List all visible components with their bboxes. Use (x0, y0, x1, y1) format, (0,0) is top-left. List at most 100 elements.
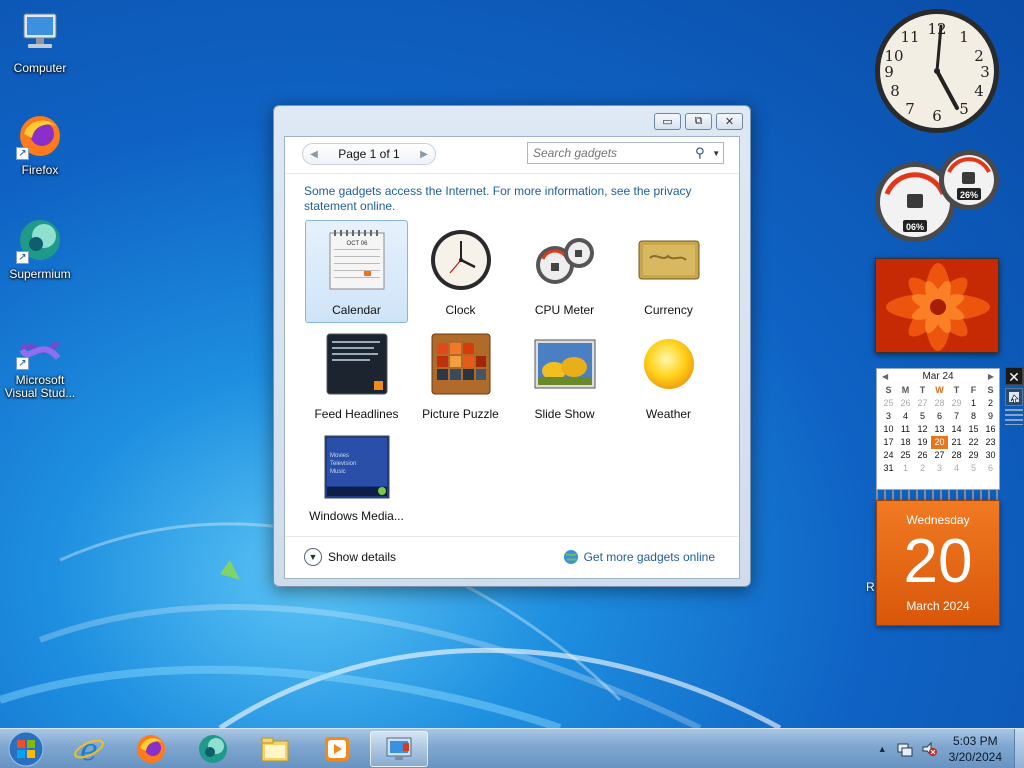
calendar-weekday: Wednesday (906, 513, 970, 527)
gadget-currency[interactable]: Currency (617, 220, 720, 323)
minimize-button[interactable]: ▭ (654, 113, 681, 130)
taskbar-time: 5:03 PM (952, 734, 998, 748)
previous-page-icon[interactable]: ◀ (307, 149, 321, 160)
calendar-month-year: March 2024 (906, 599, 970, 613)
show-hidden-icons-icon[interactable]: ▲ (878, 744, 887, 754)
calendar-day-cell[interactable]: 4 (948, 462, 965, 475)
gadget-weather[interactable]: Weather (617, 324, 720, 427)
previous-month-icon[interactable]: ◀ (882, 372, 888, 381)
calendar-day-cell[interactable]: 1 (897, 462, 914, 475)
svg-text:12: 12 (927, 20, 946, 38)
calendar-day-cell[interactable]: 7 (948, 410, 965, 423)
gadget-windows-media[interactable]: Movies Television Music Windows Media... (305, 428, 408, 531)
calendar-day-cell[interactable]: 6 (982, 462, 999, 475)
calendar-day-cell[interactable]: 25 (880, 397, 897, 410)
calendar-day-view[interactable]: Wednesday 20 March 2024 (876, 500, 1000, 626)
page-indicator: Page 1 of 1 (338, 147, 400, 161)
calendar-day-cell[interactable]: 14 (948, 423, 965, 436)
calendar-day-cell[interactable]: 20 (931, 436, 948, 449)
internet-notice[interactable]: Some gadgets access the Internet. For mo… (304, 184, 724, 214)
slide-show-icon (532, 331, 598, 397)
show-desktop-button[interactable] (1014, 729, 1024, 768)
gadget-feed-headlines[interactable]: Feed Headlines (305, 324, 408, 427)
calendar-day-cell[interactable]: 30 (982, 449, 999, 462)
get-more-gadgets-link[interactable]: Get more gadgets online (563, 549, 715, 565)
gadget-calendar[interactable]: OCT 06 Calendar (305, 220, 408, 323)
calendar-day-cell[interactable]: 2 (982, 397, 999, 410)
gadget-picture-puzzle[interactable]: Picture Puzzle (409, 324, 512, 427)
show-details-button[interactable]: ▼ Show details (304, 548, 396, 566)
desktop-icon-visual-studio[interactable]: ↗ Microsoft Visual Stud... (0, 330, 80, 400)
calendar-day-cell[interactable]: 5 (965, 462, 982, 475)
taskbar-firefox-button[interactable] (124, 731, 178, 767)
calendar-day-cell[interactable]: 17 (880, 436, 897, 449)
globe-icon (563, 550, 578, 564)
calendar-day-cell[interactable]: 13 (931, 423, 948, 436)
desktop-icon-firefox[interactable]: ↗ Firefox (0, 112, 80, 177)
calendar-day-cell[interactable]: 19 (914, 436, 931, 449)
calendar-day-cell[interactable]: 29 (948, 397, 965, 410)
next-page-icon[interactable]: ▶ (417, 149, 431, 160)
calendar-day-cell[interactable]: 1 (965, 397, 982, 410)
calendar-day-cell[interactable]: 15 (965, 423, 982, 436)
calendar-day-cell[interactable]: 16 (982, 423, 999, 436)
calendar-day-cell[interactable]: 3 (931, 462, 948, 475)
gadget-clock[interactable]: Clock (409, 220, 512, 323)
calendar-day-cell[interactable]: 24 (880, 449, 897, 462)
calendar-day-cell[interactable]: 22 (965, 436, 982, 449)
chevron-down-icon[interactable]: ▼ (709, 149, 723, 158)
next-month-icon[interactable]: ▶ (988, 372, 994, 381)
calendar-day-cell[interactable]: 21 (948, 436, 965, 449)
desktop-icon-supermium[interactable]: ↗ Supermium (0, 216, 80, 281)
taskbar-supermium-button[interactable] (186, 731, 240, 767)
calendar-day-cell[interactable]: 28 (948, 449, 965, 462)
calendar-day-cell[interactable]: 31 (880, 462, 897, 475)
privacy-link[interactable]: Some gadgets access the Internet. For mo… (304, 184, 692, 213)
network-icon[interactable] (897, 741, 913, 757)
search-input[interactable] (533, 146, 690, 160)
calendar-day-cell[interactable]: 26 (897, 397, 914, 410)
calendar-day-cell[interactable]: 29 (965, 449, 982, 462)
drag-gadget-handle[interactable] (1005, 409, 1023, 425)
svg-text:11: 11 (900, 28, 919, 46)
gadget-options-button[interactable] (1005, 388, 1023, 406)
calendar-day-cell[interactable]: 27 (914, 397, 931, 410)
calendar-day-cell[interactable]: 9 (982, 410, 999, 423)
gadget-slide-show[interactable]: Slide Show (513, 324, 616, 427)
close-gadget-button[interactable]: ✕ (1005, 367, 1023, 385)
calendar-day-cell[interactable]: 6 (931, 410, 948, 423)
calendar-day-cell[interactable]: 3 (880, 410, 897, 423)
calendar-day-cell[interactable]: 5 (914, 410, 931, 423)
calendar-day-cell[interactable]: 4 (897, 410, 914, 423)
taskbar-explorer-button[interactable] (248, 731, 302, 767)
calendar-day-cell[interactable]: 26 (914, 449, 931, 462)
calendar-day-cell[interactable]: 25 (897, 449, 914, 462)
desktop-icon-computer[interactable]: Computer (0, 10, 80, 75)
calendar-day-cell[interactable]: 8 (965, 410, 982, 423)
clock-gadget[interactable]: 12 1234567891011 (873, 8, 1001, 134)
start-button[interactable] (6, 730, 46, 768)
taskbar-gadgets-button[interactable] (370, 731, 428, 767)
calendar-day-cell[interactable]: 12 (914, 423, 931, 436)
calendar-day-cell[interactable]: 2 (914, 462, 931, 475)
taskbar-ie-button[interactable]: e (62, 731, 116, 767)
gadget-cpu-meter[interactable]: CPU Meter (513, 220, 616, 323)
calendar-day-cell[interactable]: 10 (880, 423, 897, 436)
svg-text:3: 3 (980, 63, 990, 81)
close-button[interactable]: ✕ (716, 113, 743, 130)
calendar-day-cell[interactable]: 11 (897, 423, 914, 436)
calendar-day-cell[interactable]: 18 (897, 436, 914, 449)
chevron-down-icon: ▼ (304, 548, 322, 566)
clock-icon (428, 227, 494, 293)
volume-muted-icon[interactable] (921, 741, 937, 757)
calendar-day-cell[interactable]: 27 (931, 449, 948, 462)
search-icon[interactable]: ⚲ (690, 145, 709, 161)
calendar-gadget[interactable]: ◀ Mar 24 ▶ S M T W T F S 25 26 27 28 29 1 2 3 4 5 6 7 8 9 10 1… (876, 368, 1000, 490)
taskbar-clock[interactable]: 5:03 PM 3/20/2024 (949, 733, 1002, 765)
cpu-meter-gadget[interactable]: 06% 26% (873, 148, 1001, 243)
taskbar-media-player-button[interactable] (310, 731, 364, 767)
restore-button[interactable]: ⧉ (685, 113, 712, 130)
calendar-day-cell[interactable]: 23 (982, 436, 999, 449)
slide-show-gadget[interactable] (875, 258, 999, 353)
calendar-day-cell[interactable]: 28 (931, 397, 948, 410)
